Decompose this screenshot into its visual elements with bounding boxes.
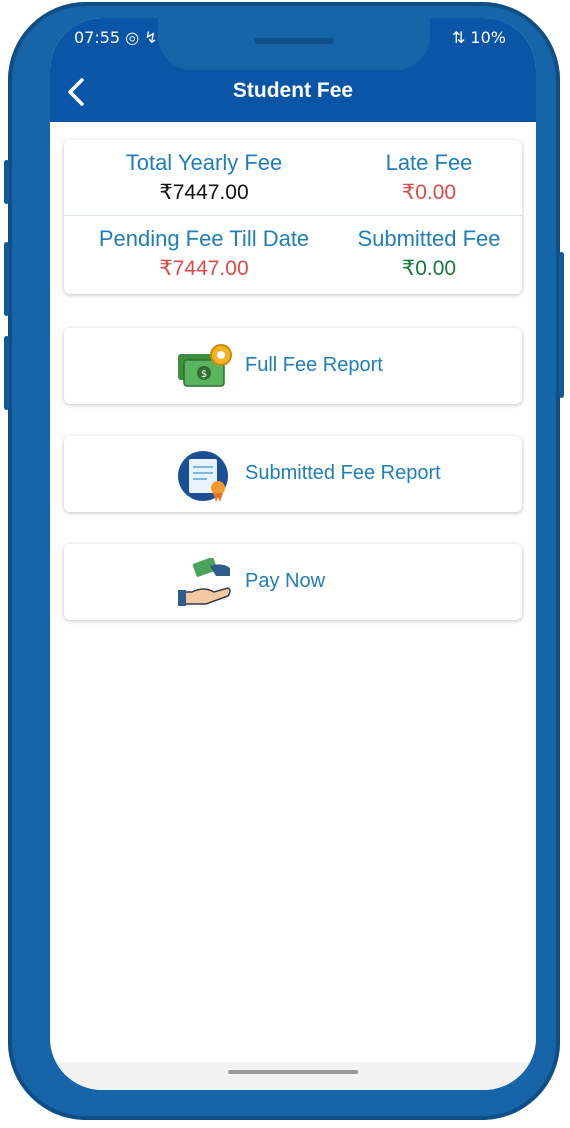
money-gear-icon: $ [178, 344, 232, 387]
system-nav-bar [50, 1062, 536, 1090]
pay-now-label: Pay Now [245, 570, 326, 592]
total-yearly-fee-label: Total Yearly Fee [125, 150, 283, 175]
page-title: Student Fee [232, 79, 354, 102]
main-content: Total Yearly Fee ₹7447.00 Late Fee ₹0.00… [50, 122, 536, 1062]
pending-fee-label: Pending Fee Till Date [98, 226, 310, 251]
phone-volume-down-button [4, 336, 9, 410]
late-fee: Late Fee ₹0.00 [354, 150, 504, 205]
phone-volume-up-button [4, 242, 9, 316]
pay-now-button[interactable]: Pay Now [64, 544, 522, 620]
phone-frame: 07:55 ◎ ↯ ⇅ 10% Student Fee Total Yearly… [4, 2, 564, 1120]
submitted-fee: Submitted Fee ₹0.00 [349, 226, 509, 281]
full-fee-report-label: Full Fee Report [245, 354, 383, 376]
summary-divider [64, 215, 522, 216]
hand-money-icon [178, 558, 231, 606]
late-fee-label: Late Fee [385, 150, 473, 175]
pending-fee: Pending Fee Till Date ₹7447.00 [84, 226, 324, 281]
fee-summary-card: Total Yearly Fee ₹7447.00 Late Fee ₹0.00… [64, 140, 522, 294]
phone-notch [158, 18, 430, 70]
app-bar: Student Fee [50, 62, 536, 122]
late-fee-value: ₹0.00 [401, 181, 457, 204]
home-indicator[interactable] [228, 1070, 358, 1074]
submitted-fee-report-button[interactable]: Submitted Fee Report [64, 436, 522, 512]
phone-side-button [4, 160, 9, 204]
pending-fee-value: ₹7447.00 [159, 257, 249, 280]
phone-power-button [559, 252, 564, 398]
submitted-fee-label: Submitted Fee [357, 226, 501, 251]
total-yearly-fee-value: ₹7447.00 [159, 181, 249, 204]
full-fee-report-button[interactable]: $ Full Fee Report [64, 328, 522, 404]
submitted-fee-value: ₹0.00 [401, 257, 457, 280]
status-time: 07:55 ◎ ↯ [74, 28, 158, 47]
speaker-grille [254, 38, 334, 44]
submitted-fee-report-label: Submitted Fee Report [245, 462, 441, 484]
status-battery: ⇅ 10% [451, 28, 506, 47]
screen: 07:55 ◎ ↯ ⇅ 10% Student Fee Total Yearly… [50, 18, 536, 1090]
certificate-document-icon [178, 451, 228, 502]
total-yearly-fee: Total Yearly Fee ₹7447.00 [84, 150, 324, 205]
svg-text:$: $ [201, 369, 207, 380]
